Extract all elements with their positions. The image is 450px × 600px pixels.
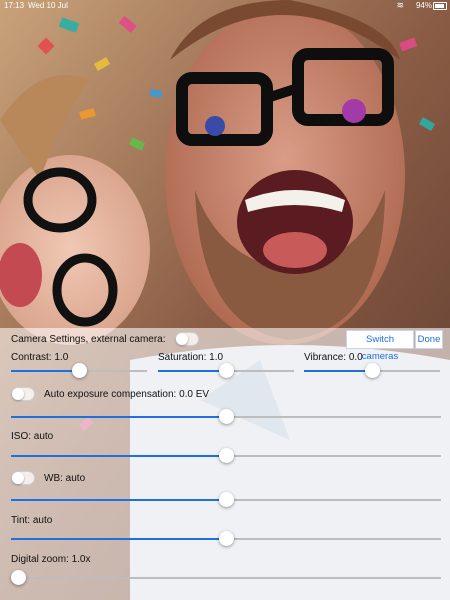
slider-track xyxy=(11,577,441,579)
toggle-knob xyxy=(12,472,24,484)
iso-label: ISO: auto xyxy=(11,431,54,442)
slider-thumb[interactable] xyxy=(11,570,26,585)
contrast-slider[interactable] xyxy=(11,363,147,379)
slider-thumb[interactable] xyxy=(364,363,380,378)
slider-thumb[interactable] xyxy=(218,531,234,546)
camera-settings-screen: 17:13 Wed 10 Jul ≋ 94% Camera Settings, … xyxy=(0,0,450,600)
slider-fill xyxy=(11,370,79,372)
tint-label: Tint: auto xyxy=(11,515,53,526)
white-balance-toggle[interactable] xyxy=(11,471,35,485)
slider-thumb[interactable] xyxy=(71,363,87,378)
battery-percentage: 94% xyxy=(415,1,432,10)
wifi-icon: ≋ xyxy=(396,0,404,10)
vibrance-slider[interactable] xyxy=(304,363,440,379)
wb-label: WB: auto xyxy=(44,473,86,484)
camera-settings-panel: Camera Settings, external camera: Switch… xyxy=(0,328,450,600)
slider-fill xyxy=(11,499,226,501)
done-button[interactable]: Done xyxy=(415,330,443,349)
toggle-knob xyxy=(176,333,188,345)
slider-fill xyxy=(11,538,226,540)
status-time: 17:13 xyxy=(4,1,25,10)
vibrance-label: Vibrance: 0.0 xyxy=(304,352,363,363)
iso-slider[interactable] xyxy=(11,448,441,464)
slider-thumb[interactable] xyxy=(218,492,234,507)
zoom-label: Digital zoom: 1.0x xyxy=(11,554,91,565)
slider-thumb[interactable] xyxy=(218,409,234,424)
white-balance-slider[interactable] xyxy=(11,492,441,508)
exposure-label: Auto exposure compensation: 0.0 EV xyxy=(44,389,210,400)
switch-cameras-button[interactable]: Switch cameras xyxy=(346,330,414,362)
auto-exposure-toggle[interactable] xyxy=(11,387,35,401)
external-camera-toggle[interactable] xyxy=(175,332,199,346)
contrast-label: Contrast: 1.0 xyxy=(11,352,69,363)
slider-fill xyxy=(11,416,226,418)
digital-zoom-slider[interactable] xyxy=(11,570,441,586)
battery-icon xyxy=(433,2,447,10)
saturation-label: Saturation: 1.0 xyxy=(158,352,224,363)
exposure-slider[interactable] xyxy=(11,409,441,425)
slider-fill xyxy=(158,370,226,372)
slider-fill xyxy=(11,455,226,457)
toggle-knob xyxy=(12,388,24,400)
slider-thumb[interactable] xyxy=(218,363,234,378)
status-date: Wed 10 Jul xyxy=(28,1,68,10)
tint-slider[interactable] xyxy=(11,531,441,547)
slider-thumb[interactable] xyxy=(218,448,234,463)
slider-fill xyxy=(304,370,372,372)
status-bar: 17:13 Wed 10 Jul ≋ 94% xyxy=(0,0,450,12)
saturation-slider[interactable] xyxy=(158,363,294,379)
panel-title: Camera Settings, external camera: xyxy=(11,334,166,345)
